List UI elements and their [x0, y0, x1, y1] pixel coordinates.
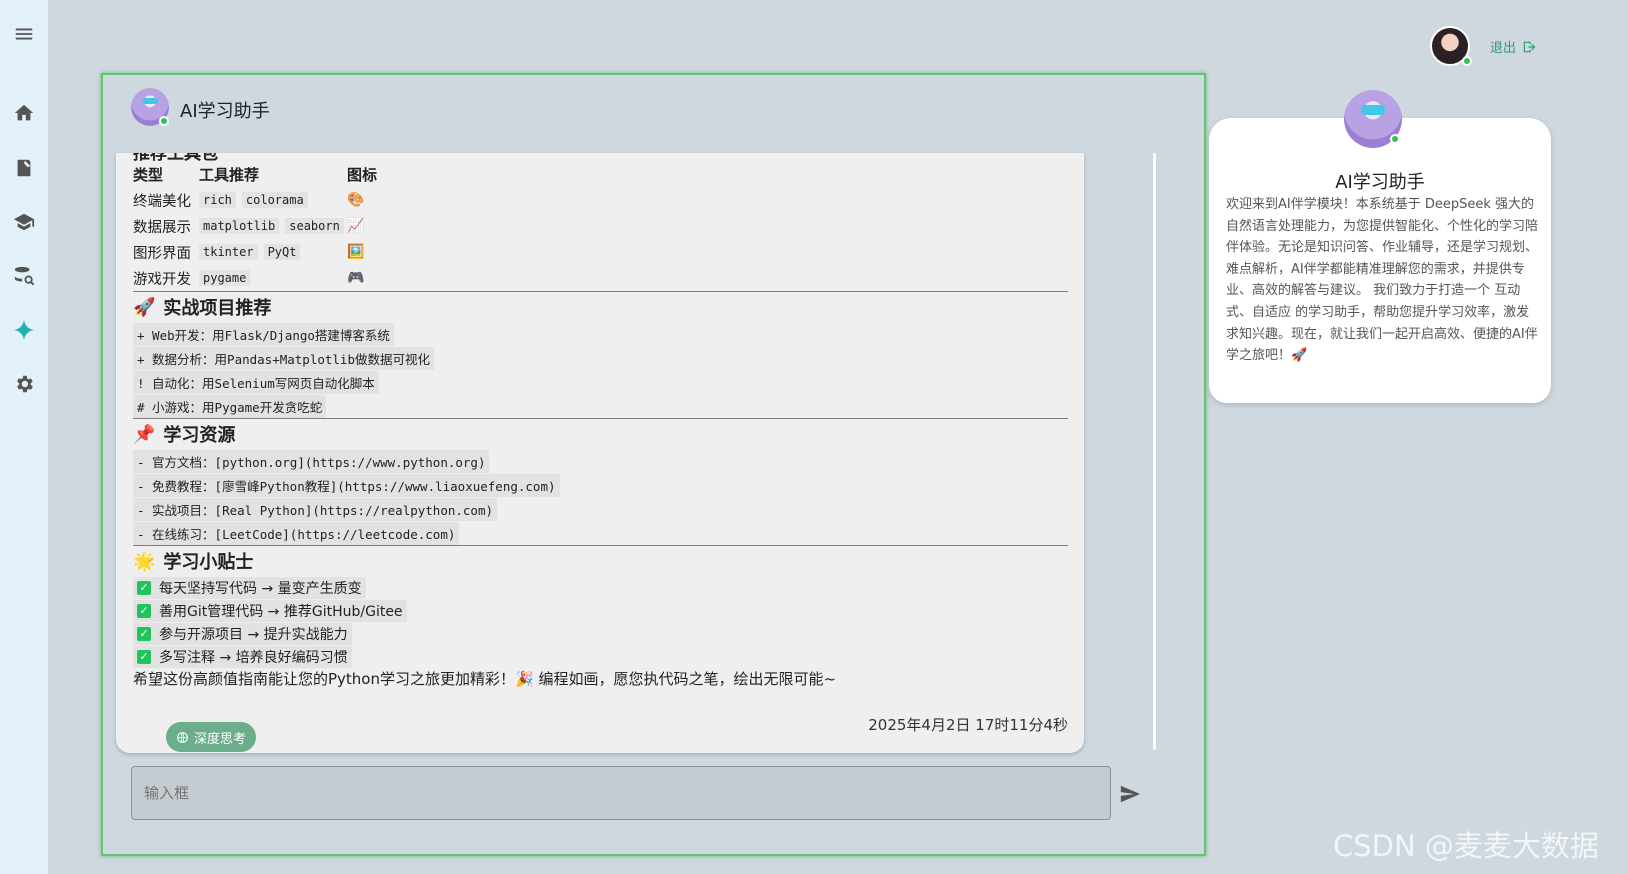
project-line: + Web开发：用Flask/Django搭建博客系统 — [133, 322, 1068, 346]
tip-line: ✓ 多写注释 → 培养良好编码习惯 — [133, 645, 1068, 668]
message-input[interactable] — [131, 766, 1111, 820]
section-heading-projects: 🚀 实战项目推荐 — [133, 292, 1068, 322]
info-description: 欢迎来到AI伴学模块！本系统基于 DeepSeek 强大的自然语言处理能力，为您… — [1226, 197, 1539, 364]
table-header: 类型 — [133, 165, 164, 184]
section-title: 学习小贴士 — [163, 552, 254, 573]
school-icon[interactable] — [12, 210, 36, 234]
resource-line: - 官方文档：[python.org](https://www.python.o… — [133, 449, 1068, 473]
bot-message: 推荐工具包 类型 工具推荐 图标 终端美化 rich colorama 🎨 数据展… — [116, 153, 1084, 753]
tool-tag: seaborn — [285, 218, 344, 234]
resource-line: - 免费教程：[廖雪峰Python教程](https://www.liaoxue… — [133, 473, 1068, 497]
project-line: ! 自动化：用Selenium写网页自动化脚本 — [133, 370, 1068, 394]
section-heading-resources: 📌 学习资源 — [133, 419, 1068, 449]
tool-tag: colorama — [241, 192, 308, 208]
section-title: 实战项目推荐 — [163, 298, 272, 319]
user-online-indicator — [1462, 56, 1472, 66]
check-icon: ✓ — [137, 649, 151, 664]
chat-panel: AI学习助手 推荐工具包 类型 工具推荐 图标 终端美化 rich coloram… — [101, 73, 1206, 856]
send-button[interactable] — [1118, 783, 1144, 805]
send-icon — [1120, 785, 1141, 803]
check-icon: ✓ — [137, 603, 151, 618]
star-icon: 🌟 — [133, 550, 156, 572]
tip-line: ✓ 善用Git管理代码 → 推荐GitHub/Gitee — [133, 599, 1068, 622]
sidebar — [0, 0, 48, 874]
message-timestamp: 2025年4月2日 17时11分4秒 — [868, 716, 1068, 734]
settings-icon[interactable] — [12, 372, 36, 396]
notebook-icon[interactable] — [12, 156, 36, 180]
closing-text: 希望这份高颜值指南能让您的Python学习之旅更加精彩！🎉 编程如画，愿您执代码… — [133, 670, 837, 688]
menu-icon[interactable] — [12, 22, 36, 46]
table-header: 图标 — [347, 165, 378, 184]
check-icon: ✓ — [137, 580, 151, 595]
chat-scrollbar[interactable] — [1153, 153, 1156, 750]
database-search-icon[interactable] — [12, 264, 36, 288]
picture-icon: 🖼️ — [347, 244, 365, 260]
home-icon[interactable] — [12, 101, 36, 125]
palette-icon: 🎨 — [347, 192, 365, 208]
info-online-indicator — [1390, 134, 1400, 144]
chart-icon: 📈 — [347, 218, 365, 234]
tip-line: ✓ 每天坚持写代码 → 量变产生质变 — [133, 576, 1068, 599]
table-row: 终端美化 rich colorama 🎨 — [133, 187, 1068, 213]
table-row: 图形界面 tkinter PyQt 🖼️ — [133, 239, 1068, 265]
watermark: CSDN @麦麦大数据 — [1333, 829, 1599, 863]
table-row: 游戏开发 pygame 🎮 — [133, 265, 1068, 291]
tip-line: ✓ 参与开源项目 → 提升实战能力 — [133, 622, 1068, 645]
gamepad-icon: 🎮 — [347, 270, 365, 286]
tool-tag: tkinter — [199, 244, 258, 260]
info-title: AI学习助手 — [1335, 172, 1425, 193]
rocket-icon: 🚀 — [133, 296, 156, 318]
assistant-info-card: AI学习助手 欢迎来到AI伴学模块！本系统基于 DeepSeek 强大的自然语言… — [1209, 90, 1551, 403]
tool-tag: matplotlib — [199, 218, 280, 234]
bot-online-indicator — [159, 116, 169, 126]
table-cell-type: 终端美化 — [133, 193, 191, 210]
deep-think-label: 深度思考 — [193, 731, 246, 747]
logout-button[interactable]: 退出 — [1490, 37, 1536, 56]
project-line: # 小游戏：用Pygame开发贪吃蛇 — [133, 394, 1068, 418]
chat-title: AI学习助手 — [180, 101, 270, 122]
check-icon: ✓ — [137, 626, 151, 641]
section-title: 学习资源 — [163, 425, 236, 446]
section-heading-tips: 🌟 学习小贴士 — [133, 546, 1068, 576]
table-cell-type: 数据展示 — [133, 219, 191, 236]
tools-heading: 推荐工具包 — [133, 153, 218, 164]
table-cell-type: 游戏开发 — [133, 271, 191, 288]
logout-label: 退出 — [1490, 41, 1517, 56]
message-content: 推荐工具包 类型 工具推荐 图标 终端美化 rich colorama 🎨 数据展… — [133, 153, 1068, 689]
logout-icon — [1523, 41, 1536, 52]
tool-tag: rich — [199, 192, 236, 208]
table-header: 工具推荐 — [199, 165, 260, 184]
sparkle-icon[interactable] — [12, 318, 36, 342]
globe-icon — [177, 731, 188, 743]
resource-line: - 在线练习：[LeetCode](https://leetcode.com) — [133, 521, 1068, 545]
table-row: 数据展示 matplotlib seaborn 📈 — [133, 213, 1068, 239]
tool-tag: PyQt — [263, 244, 301, 260]
tool-tag: pygame — [199, 270, 251, 286]
resource-line: - 实战项目：[Real Python](https://realpython.… — [133, 497, 1068, 521]
project-line: + 数据分析：用Pandas+Matplotlib做数据可视化 — [133, 346, 1068, 370]
table-header-row: 类型 工具推荐 图标 — [133, 161, 1068, 187]
pushpin-icon: 📌 — [133, 423, 156, 445]
deep-think-button[interactable]: 深度思考 — [166, 722, 256, 752]
table-cell-type: 图形界面 — [133, 245, 191, 262]
